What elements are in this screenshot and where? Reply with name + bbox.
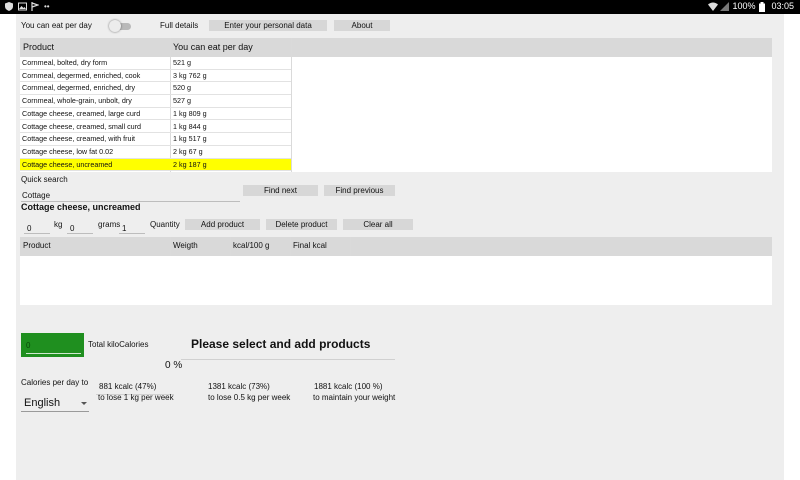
calorie-option-kcal-2: 1381 kcalc (73%) [208,382,270,391]
add-product-button[interactable]: Add product [185,219,260,230]
total-kcal-value: 0 [26,341,31,350]
grams-input[interactable]: 0 [70,224,74,233]
quantity-extra-underline [119,233,145,234]
calorie-option-kcal-3: 1881 kcalc (100 %) [314,382,383,391]
kg-label: kg [54,220,63,229]
clock: 03:05 [771,1,794,11]
search-input[interactable]: Cottage [22,191,50,200]
cell-amount: 521 g [173,58,191,67]
cell-amount: 3 kg 762 g [173,70,207,80]
column-header-product: Product [23,42,55,52]
delete-product-button[interactable]: Delete product [266,219,337,230]
cell-product: Cottage cheese, uncreamed [22,159,113,169]
find-next-button[interactable]: Find next [243,185,318,196]
cell-product: Cornmeal, bolted, dry form [22,58,108,67]
cell-product: Cornmeal, degermed, enriched, dry [22,83,136,93]
cell-amount: 520 g [173,83,191,93]
app-window: You can eat per day Full details Enter y… [16,14,784,480]
kg-input-underline [24,233,50,234]
added-table-header: Product Weigth kcal/100 g Final kcal [20,237,772,256]
calories-per-day-label: Calories per day to [21,378,89,387]
battery-icon [759,1,767,12]
added-column-product: Product [23,241,51,250]
cell-amount: 1 kg 809 g [173,108,207,118]
grams-input-underline [67,233,93,234]
calorie-option-kcal-1: 881 kcalc (47%) [99,382,157,391]
cell-product: Cottage cheese, creamed, large curd [22,108,141,118]
table-row[interactable]: Cottage cheese, creamed, with fruit 1 kg … [20,133,291,146]
calorie-option-goal-1[interactable]: to lose 1 kg per week [98,393,174,402]
cell-amount: 1 kg 517 g [173,134,207,144]
table-row[interactable]: Cornmeal, degermed, enriched, cook 3 kg 7… [20,70,291,83]
calorie-option-goal-3[interactable]: to maintain your weight [313,393,395,402]
progress-percent: 0 % [165,360,183,371]
chevron-down-icon [81,402,87,405]
clear-all-button[interactable]: Clear all [343,219,413,230]
cell-product: Cottage cheese, low fat 0.02 [22,146,114,156]
table-row[interactable]: Cornmeal, bolted, dry form 521 g [20,57,291,70]
status-message: Please select and add products [191,337,371,351]
added-column-weight: Weigth [173,241,198,250]
grams-label: grams [98,220,121,229]
table-row[interactable]: Cornmeal, whole-grain, unbolt, dry 527 g [20,95,291,108]
cell-product: Cottage cheese, creamed, with fruit [22,134,136,144]
quantity-extra-input[interactable]: 1 [122,224,126,233]
products-table: Product You can eat per day Cornmeal, bo… [20,38,772,172]
added-column-kcal100: kcal/100 g [233,241,270,250]
language-select-value: English [24,397,61,409]
eat-per-day-toggle[interactable] [109,20,131,32]
table-row[interactable]: Cornmeal, degermed, enriched, dry 520 g [20,82,291,96]
about-button[interactable]: About [334,20,390,31]
total-kcal-label: Total kiloCalories [88,340,149,349]
cell-product: Cornmeal, degermed, enriched, cook [22,70,141,80]
table-row[interactable]: Cottage cheese, creamed, small curd 1 kg … [20,121,291,134]
calorie-option-goal-2[interactable]: to lose 0.5 kg per week [208,393,290,402]
products-table-header: Product You can eat per day [20,38,772,57]
column-header-amount: You can eat per day [173,42,253,52]
enter-personal-data-button[interactable]: Enter your personal data [209,20,327,31]
shield-icon [5,2,13,11]
added-column-final-kcal: Final kcal [293,241,327,250]
cell-product: Cornmeal, whole-grain, unbolt, dry [22,96,132,106]
cell-amount: 2 kg 187 g [173,159,207,169]
quantity-label: Quantity [150,220,180,229]
selected-product-title: Cottage cheese, uncreamed [21,202,141,212]
cell-amount: 2 kg 67 g [173,146,203,156]
language-select[interactable]: English [21,394,89,412]
table-row[interactable]: Cottage cheese, low fat 0.02 2 kg 67 g [20,146,291,159]
full-details-label[interactable]: Full details [160,21,198,30]
wifi-icon [708,2,719,11]
table-row[interactable]: Cottage cheese, creamed, large curd 1 kg … [20,108,291,121]
cell-amount: 527 g [173,96,191,106]
image-icon [18,2,27,11]
flag-icon [31,2,40,11]
battery-level: 100% [732,1,756,11]
toggle-label: You can eat per day [21,21,92,30]
added-products-table: Product Weigth kcal/100 g Final kcal [20,237,772,305]
dots-icon: •• [44,2,50,11]
find-previous-button[interactable]: Find previous [324,185,395,196]
cell-amount: 1 kg 844 g [173,121,207,131]
quick-search-label: Quick search [21,175,68,184]
progress-bar [181,359,395,360]
status-bar: •• 100% 03:05 [0,0,800,14]
total-kcal-box[interactable]: 0 [21,333,84,357]
kg-input[interactable]: 0 [27,224,31,233]
table-row[interactable]: Cottage cheese, uncreamed 2 kg 187 g [20,158,291,172]
signal-icon [720,1,730,11]
cell-product: Cottage cheese, creamed, small curd [22,121,142,131]
